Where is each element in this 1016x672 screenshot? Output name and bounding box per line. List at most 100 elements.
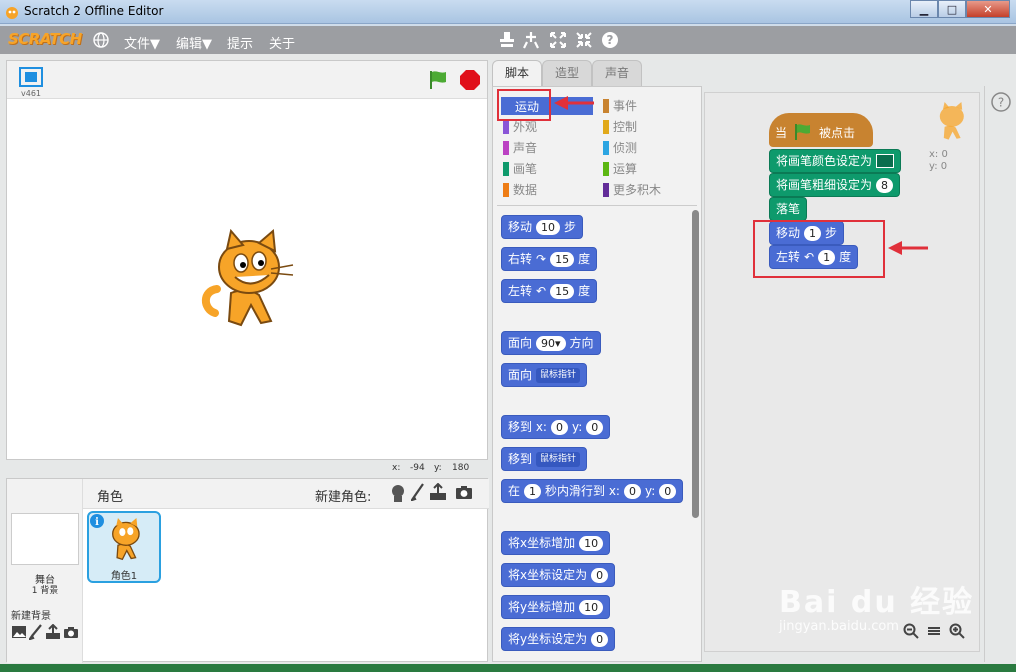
block-input[interactable]: 0 <box>659 483 677 499</box>
block-label: 移到 <box>508 452 533 466</box>
tab-costumes[interactable]: 造型 <box>542 60 592 86</box>
language-globe-icon[interactable] <box>93 32 109 48</box>
green-flag-icon[interactable] <box>427 69 449 91</box>
block-change-y[interactable]: 将y坐标增加 10 <box>501 595 611 619</box>
help-icon[interactable]: ? <box>601 30 619 50</box>
shrink-icon[interactable] <box>575 30 593 50</box>
category-control[interactable]: 控制 <box>603 119 637 135</box>
upload-sprite-icon[interactable] <box>429 483 447 501</box>
svg-text:i: i <box>95 517 99 528</box>
help-question-icon[interactable]: ? <box>991 92 1011 112</box>
minimize-button[interactable]: ▁ <box>910 0 938 18</box>
palette-scrollbar[interactable] <box>692 210 699 518</box>
delete-scissors-icon[interactable] <box>522 30 540 50</box>
category-sound[interactable]: 声音 <box>503 140 537 156</box>
zoom-in-icon[interactable] <box>949 623 965 639</box>
block-pen-down[interactable]: 落笔 <box>769 197 808 221</box>
block-change-x[interactable]: 将x坐标增加 10 <box>501 531 611 555</box>
category-sensing[interactable]: 侦测 <box>603 140 637 156</box>
tab-sounds[interactable]: 声音 <box>592 60 642 86</box>
camera-backdrop-icon[interactable] <box>63 626 79 639</box>
sprite-list-header: 角色 新建角色: <box>83 479 489 509</box>
block-set-pen-size[interactable]: 将画笔粗细设定为 8 <box>769 173 901 197</box>
stop-icon[interactable] <box>459 69 481 91</box>
block-turn-left[interactable]: 左转 ↶ 15 度 <box>501 279 598 303</box>
block-glide[interactable]: 在 1 秒内滑行到 x: 0 y: 0 <box>501 479 684 503</box>
duplicate-stamp-icon[interactable] <box>498 30 516 50</box>
block-input[interactable]: 0 <box>591 567 609 583</box>
block-label: 度 <box>578 252 591 266</box>
stage[interactable]: v461 <box>6 60 488 460</box>
block-set-pen-color[interactable]: 将画笔颜色设定为 <box>769 149 902 173</box>
sprite-library-icon[interactable] <box>389 483 407 503</box>
block-goto-xy[interactable]: 移到 x: 0 y: 0 <box>501 415 611 439</box>
block-input[interactable]: 15 <box>550 283 575 299</box>
block-label: 秒内滑行到 x: <box>545 484 620 498</box>
block-label: 当 <box>775 126 788 140</box>
paint-sprite-icon[interactable] <box>411 483 425 501</box>
block-label: y: <box>644 484 656 498</box>
block-move[interactable]: 移动 10 步 <box>501 215 584 239</box>
block-input[interactable]: 1 <box>524 483 542 499</box>
maximize-button[interactable]: □ <box>938 0 966 18</box>
block-input[interactable]: 0 <box>550 419 568 435</box>
block-input[interactable]: 0 <box>591 631 609 647</box>
block-dropdown[interactable]: 鼠标指针 <box>536 451 581 467</box>
sprite-y-readout: y: 0 <box>929 161 948 172</box>
block-input[interactable]: 10 <box>579 599 604 615</box>
block-input[interactable]: 15 <box>550 251 575 267</box>
zoom-reset-icon[interactable] <box>927 625 941 637</box>
sprite-cat-icon[interactable] <box>197 229 297 333</box>
block-input[interactable]: 10 <box>536 219 561 235</box>
menu-edit[interactable]: 编辑▼ <box>176 33 212 52</box>
category-pen[interactable]: 画笔 <box>503 161 537 177</box>
scratch-logo[interactable]: SCRATCH <box>8 30 82 48</box>
block-input[interactable]: 0 <box>623 483 641 499</box>
block-input[interactable]: 10 <box>579 535 604 551</box>
grow-icon[interactable] <box>549 30 567 50</box>
block-input[interactable]: 8 <box>876 177 894 193</box>
help-side-strip: ? <box>984 86 1016 662</box>
block-turn-right[interactable]: 右转 ↷ 15 度 <box>501 247 598 271</box>
fullscreen-icon[interactable] <box>19 67 43 87</box>
category-data[interactable]: 数据 <box>503 182 537 198</box>
svg-text:?: ? <box>998 96 1004 110</box>
sprite-thumbnail-selected[interactable]: i 角色1 <box>87 511 161 583</box>
camera-sprite-icon[interactable] <box>455 485 473 500</box>
scripts-area[interactable]: 当 被点击 将画笔颜色设定为 将画笔粗细设定为 8 落笔 移动 1 步 左转 ↶ 1 度 x… <box>704 92 980 652</box>
zoom-out-icon[interactable] <box>903 623 919 639</box>
block-when-flag-clicked[interactable]: 当 被点击 <box>769 113 873 147</box>
mouse-y-label: y: <box>434 463 442 473</box>
block-label: 移到 x: <box>508 420 547 434</box>
close-button[interactable]: ✕ <box>966 0 1010 18</box>
block-dropdown[interactable]: 鼠标指针 <box>536 367 581 383</box>
menu-tips[interactable]: 提示 <box>227 33 253 52</box>
category-label: 运算 <box>613 162 638 176</box>
block-point-towards[interactable]: 面向 鼠标指针 <box>501 363 588 387</box>
block-input[interactable]: 0 <box>586 419 604 435</box>
block-dropdown-input[interactable]: 90▾ <box>536 335 566 351</box>
backdrop-count: 1 背景 <box>31 586 59 596</box>
block-label: 落笔 <box>776 202 801 216</box>
block-label: 右转 <box>508 252 533 266</box>
paint-backdrop-icon[interactable] <box>29 624 43 640</box>
stage-thumbnail[interactable] <box>11 513 79 565</box>
menu-about[interactable]: 关于 <box>269 33 295 52</box>
category-color-bar <box>603 183 609 197</box>
tab-scripts[interactable]: 脚本 <box>492 60 542 87</box>
block-set-y[interactable]: 将y坐标设定为 0 <box>501 627 616 651</box>
category-operators[interactable]: 运算 <box>603 161 637 177</box>
backdrop-library-icon[interactable] <box>11 625 27 639</box>
upload-backdrop-icon[interactable] <box>45 624 61 640</box>
category-more-blocks[interactable]: 更多积木 <box>603 182 661 198</box>
block-label: 将x坐标增加 <box>508 536 576 550</box>
category-looks[interactable]: 外观 <box>503 119 537 135</box>
block-goto[interactable]: 移到 鼠标指针 <box>501 447 588 471</box>
highlight-box-motion <box>497 89 551 121</box>
red-arrow-icon <box>554 96 594 110</box>
block-set-x[interactable]: 将x坐标设定为 0 <box>501 563 616 587</box>
block-point-direction[interactable]: 面向 90▾ 方向 <box>501 331 601 355</box>
category-events[interactable]: 事件 <box>603 98 637 114</box>
pen-color-swatch[interactable] <box>876 154 895 168</box>
menu-file[interactable]: 文件▼ <box>124 33 160 52</box>
